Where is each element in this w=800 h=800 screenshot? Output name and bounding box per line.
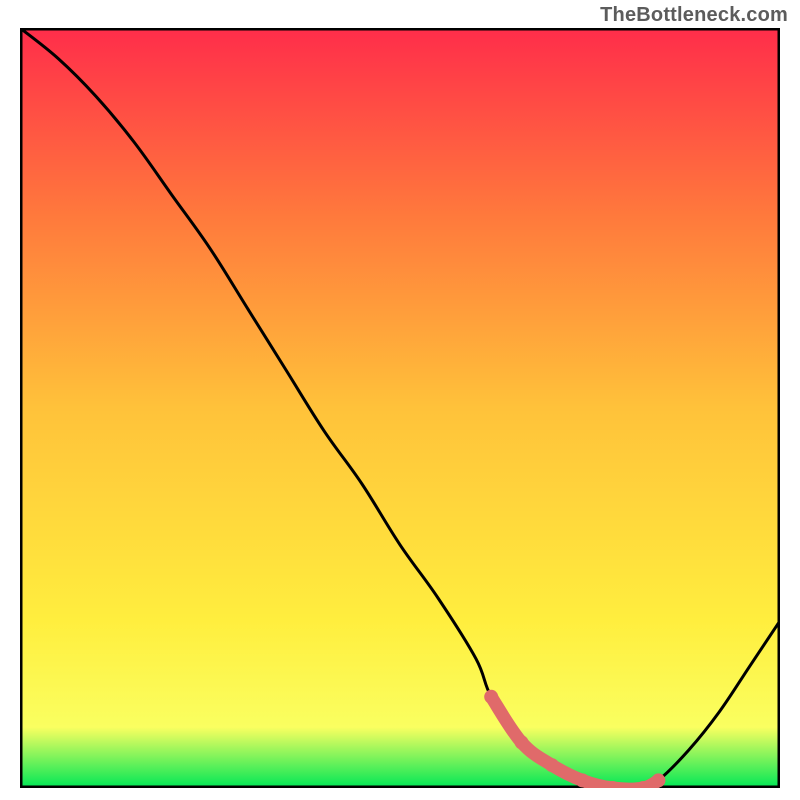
chart-canvas: TheBottleneck.com (0, 0, 800, 800)
plot-area (20, 28, 780, 788)
chart-svg (20, 28, 780, 788)
watermark-text: TheBottleneck.com (600, 4, 788, 27)
optimal-range-marker (545, 758, 559, 772)
optimal-range-marker (515, 735, 529, 749)
optimal-range-marker (651, 773, 665, 787)
optimal-range-marker (484, 690, 498, 704)
optimal-range-marker (575, 773, 589, 787)
